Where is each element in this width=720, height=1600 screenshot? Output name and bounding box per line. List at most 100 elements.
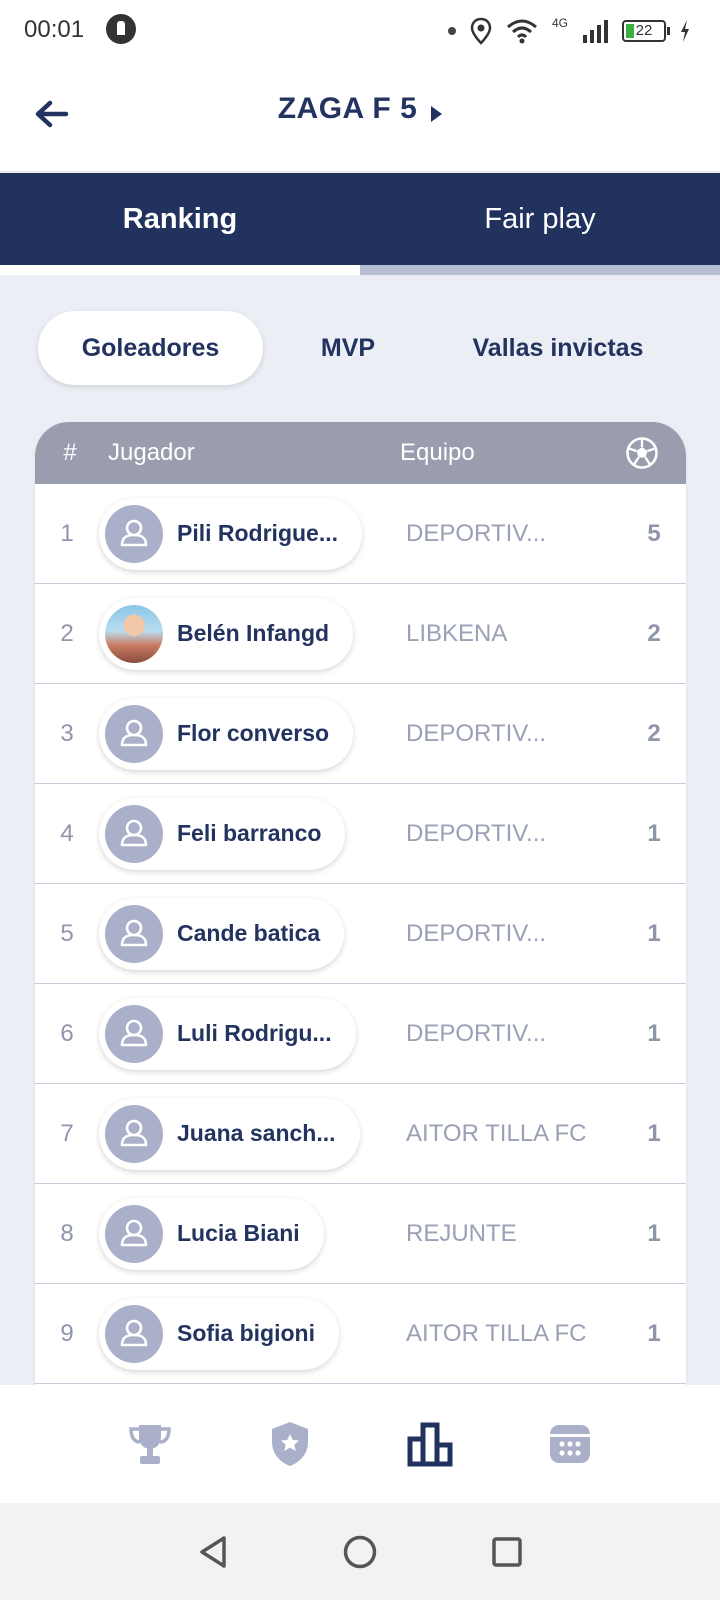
column-goals	[598, 436, 686, 470]
app-notification-icon	[106, 14, 136, 44]
status-bar: 00:01 4G 22	[0, 0, 720, 62]
player-chip[interactable]: Feli barranco	[99, 797, 346, 870]
player-cell: Juana sanch...	[99, 1097, 404, 1170]
player-chip[interactable]: Flor converso	[99, 697, 354, 770]
column-player: Jugador	[108, 439, 195, 466]
tab-indicator-track	[0, 265, 720, 275]
square-recents-icon	[491, 1536, 522, 1567]
page-title: ZAGA F 5	[277, 92, 418, 125]
rank-cell: 2	[60, 619, 74, 647]
circle-home-icon	[343, 1535, 377, 1568]
rank-cell: 8	[60, 1219, 74, 1247]
avatar	[105, 504, 163, 563]
trophy-icon	[129, 1425, 171, 1464]
subtab-goleadores[interactable]: Goleadores	[38, 311, 263, 385]
avatar	[105, 904, 163, 963]
player-name: Cande batica	[177, 920, 321, 946]
table-row: 8 Lucia Biani REJUNTE 1	[35, 1184, 686, 1284]
goals-cell: 2	[647, 719, 661, 747]
nav-calendar[interactable]	[540, 1414, 600, 1474]
ranking-content: Goleadores MVP Vallas invictas # Jugador…	[0, 275, 720, 1385]
person-placeholder-icon	[120, 1219, 148, 1246]
system-recents-button[interactable]	[485, 1530, 529, 1574]
team-cell: DEPORTIV...	[406, 1019, 547, 1047]
team-cell: DEPORTIV...	[406, 719, 547, 747]
person-placeholder-icon	[120, 1319, 148, 1346]
avatar	[105, 1304, 163, 1363]
player-name: Pili Rodrigue...	[177, 520, 339, 546]
avatar	[105, 604, 163, 663]
column-rank: #	[63, 439, 77, 466]
subtab-vallas-invictas[interactable]: Vallas invictas	[433, 311, 683, 385]
column-team: Equipo	[400, 439, 475, 466]
person-placeholder-icon	[120, 719, 148, 746]
system-navigation-bar	[0, 1503, 720, 1600]
player-cell: Flor converso	[99, 697, 404, 770]
bottom-navigation	[0, 1385, 720, 1503]
shield-star-icon	[272, 1422, 308, 1466]
table-row: 7 Juana sanch... AITOR TILLA FC 1	[35, 1084, 686, 1184]
charging-icon	[681, 20, 689, 42]
goals-cell: 1	[647, 1019, 661, 1047]
team-cell: AITOR TILLA FC	[406, 1119, 587, 1147]
system-home-button[interactable]	[338, 1530, 382, 1574]
team-cell: REJUNTE	[406, 1219, 517, 1247]
person-placeholder-icon	[120, 1119, 148, 1146]
goals-cell: 1	[647, 819, 661, 847]
person-placeholder-icon	[120, 1019, 148, 1046]
person-placeholder-icon	[120, 919, 148, 946]
nav-tournaments[interactable]	[120, 1414, 180, 1474]
triangle-back-icon	[200, 1535, 227, 1568]
tab-indicator	[0, 265, 360, 275]
system-back-button[interactable]	[191, 1530, 235, 1574]
calendar-icon	[550, 1425, 590, 1463]
tournament-selector[interactable]: ZAGA F 5	[0, 92, 720, 126]
tab-ranking[interactable]: Ranking	[0, 173, 360, 265]
player-cell: Cande batica	[99, 897, 404, 970]
avatar	[105, 804, 163, 863]
table-row: 4 Feli barranco DEPORTIV... 1	[35, 784, 686, 884]
notification-dot-icon	[447, 27, 456, 35]
player-chip[interactable]: Lucia Biani	[99, 1197, 324, 1270]
avatar	[105, 1104, 163, 1163]
team-cell: DEPORTIV...	[406, 919, 547, 947]
player-chip[interactable]: Belén Infangd	[99, 597, 354, 670]
table-row: 1 Pili Rodrigue... DEPORTIV... 5	[35, 484, 686, 584]
player-cell: Feli barranco	[99, 797, 404, 870]
subtab-mvp[interactable]: MVP	[263, 311, 433, 385]
ranking-category-tabs: Goleadores MVP Vallas invictas	[38, 311, 688, 385]
goals-cell: 1	[647, 1219, 661, 1247]
rank-cell: 3	[60, 719, 74, 747]
battery-icon: 22	[622, 20, 670, 42]
rank-cell: 4	[60, 819, 74, 847]
team-cell: LIBKENA	[406, 619, 508, 647]
player-cell: Sofia bigioni	[99, 1297, 404, 1370]
goals-cell: 1	[647, 1119, 661, 1147]
avatar	[105, 704, 163, 763]
goals-cell: 1	[647, 1319, 661, 1347]
table-row: 6 Luli Rodrigu... DEPORTIV... 1	[35, 984, 686, 1084]
player-chip[interactable]: Sofia bigioni	[99, 1297, 339, 1370]
team-cell: DEPORTIV...	[406, 519, 547, 547]
player-name: Feli barranco	[177, 820, 322, 846]
nav-ranking[interactable]	[400, 1414, 460, 1474]
table-row: 9 Sofia bigioni AITOR TILLA FC 1	[35, 1284, 686, 1384]
table-row: 5 Cande batica DEPORTIV... 1	[35, 884, 686, 984]
tab-fair-play[interactable]: Fair play	[360, 173, 720, 265]
avatar	[105, 1004, 163, 1063]
player-cell: Pili Rodrigue...	[99, 497, 404, 570]
rank-cell: 9	[60, 1319, 74, 1347]
player-chip[interactable]: Cande batica	[99, 897, 345, 970]
network-type: 4G	[551, 16, 568, 30]
player-cell: Lucia Biani	[99, 1197, 404, 1270]
player-chip[interactable]: Luli Rodrigu...	[99, 997, 356, 1070]
nav-teams[interactable]	[260, 1414, 320, 1474]
player-chip[interactable]: Juana sanch...	[99, 1097, 360, 1170]
signal-icon	[583, 20, 608, 43]
player-name: Flor converso	[177, 720, 330, 746]
player-chip[interactable]: Pili Rodrigue...	[99, 497, 363, 570]
status-time: 00:01	[24, 16, 85, 43]
table-header: # Jugador Equipo	[35, 422, 686, 484]
wifi-icon	[507, 19, 537, 44]
status-indicators: 4G 22	[447, 14, 690, 48]
